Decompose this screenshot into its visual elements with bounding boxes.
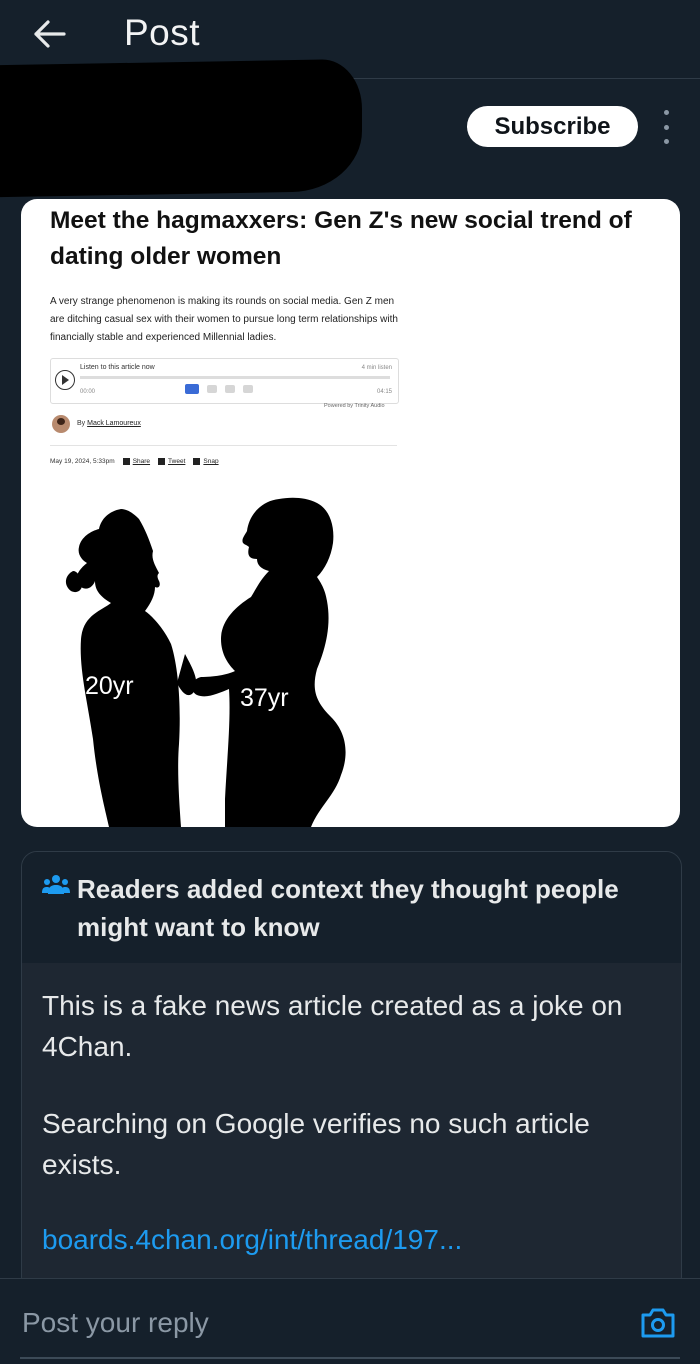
subscribe-button[interactable]: Subscribe (467, 106, 638, 147)
reply-input[interactable]: Post your reply (22, 1307, 209, 1339)
age-label-older: 37yr (240, 684, 289, 712)
silhouette-man (65, 509, 197, 827)
community-note-paragraph: Searching on Google verifies no such art… (42, 1108, 590, 1180)
silhouette-woman (192, 497, 346, 827)
back-arrow-icon[interactable] (30, 16, 70, 52)
community-note-source-link[interactable]: boards.4chan.org/int/thread/197... (42, 1224, 462, 1256)
age-label-young: 20yr (85, 672, 134, 700)
reply-composer: Post your reply (0, 1278, 700, 1364)
redaction-mark (0, 58, 362, 198)
community-note: Readers added context they thought peopl… (21, 851, 682, 1293)
community-note-paragraph: This is a fake news article created as a… (42, 990, 623, 1062)
camera-icon[interactable] (640, 1307, 676, 1339)
community-note-header: Readers added context they thought peopl… (22, 852, 681, 963)
page-title: Post (124, 12, 201, 53)
community-note-body: This is a fake news article created as a… (42, 985, 652, 1185)
reply-underline (20, 1357, 680, 1359)
community-note-title: Readers added context they thought peopl… (77, 874, 619, 942)
people-icon (42, 875, 70, 894)
post-image[interactable]: Meet the hagmaxxers: Gen Z's new social … (21, 199, 680, 827)
more-icon[interactable] (656, 110, 676, 144)
silhouette-illustration (65, 497, 346, 827)
